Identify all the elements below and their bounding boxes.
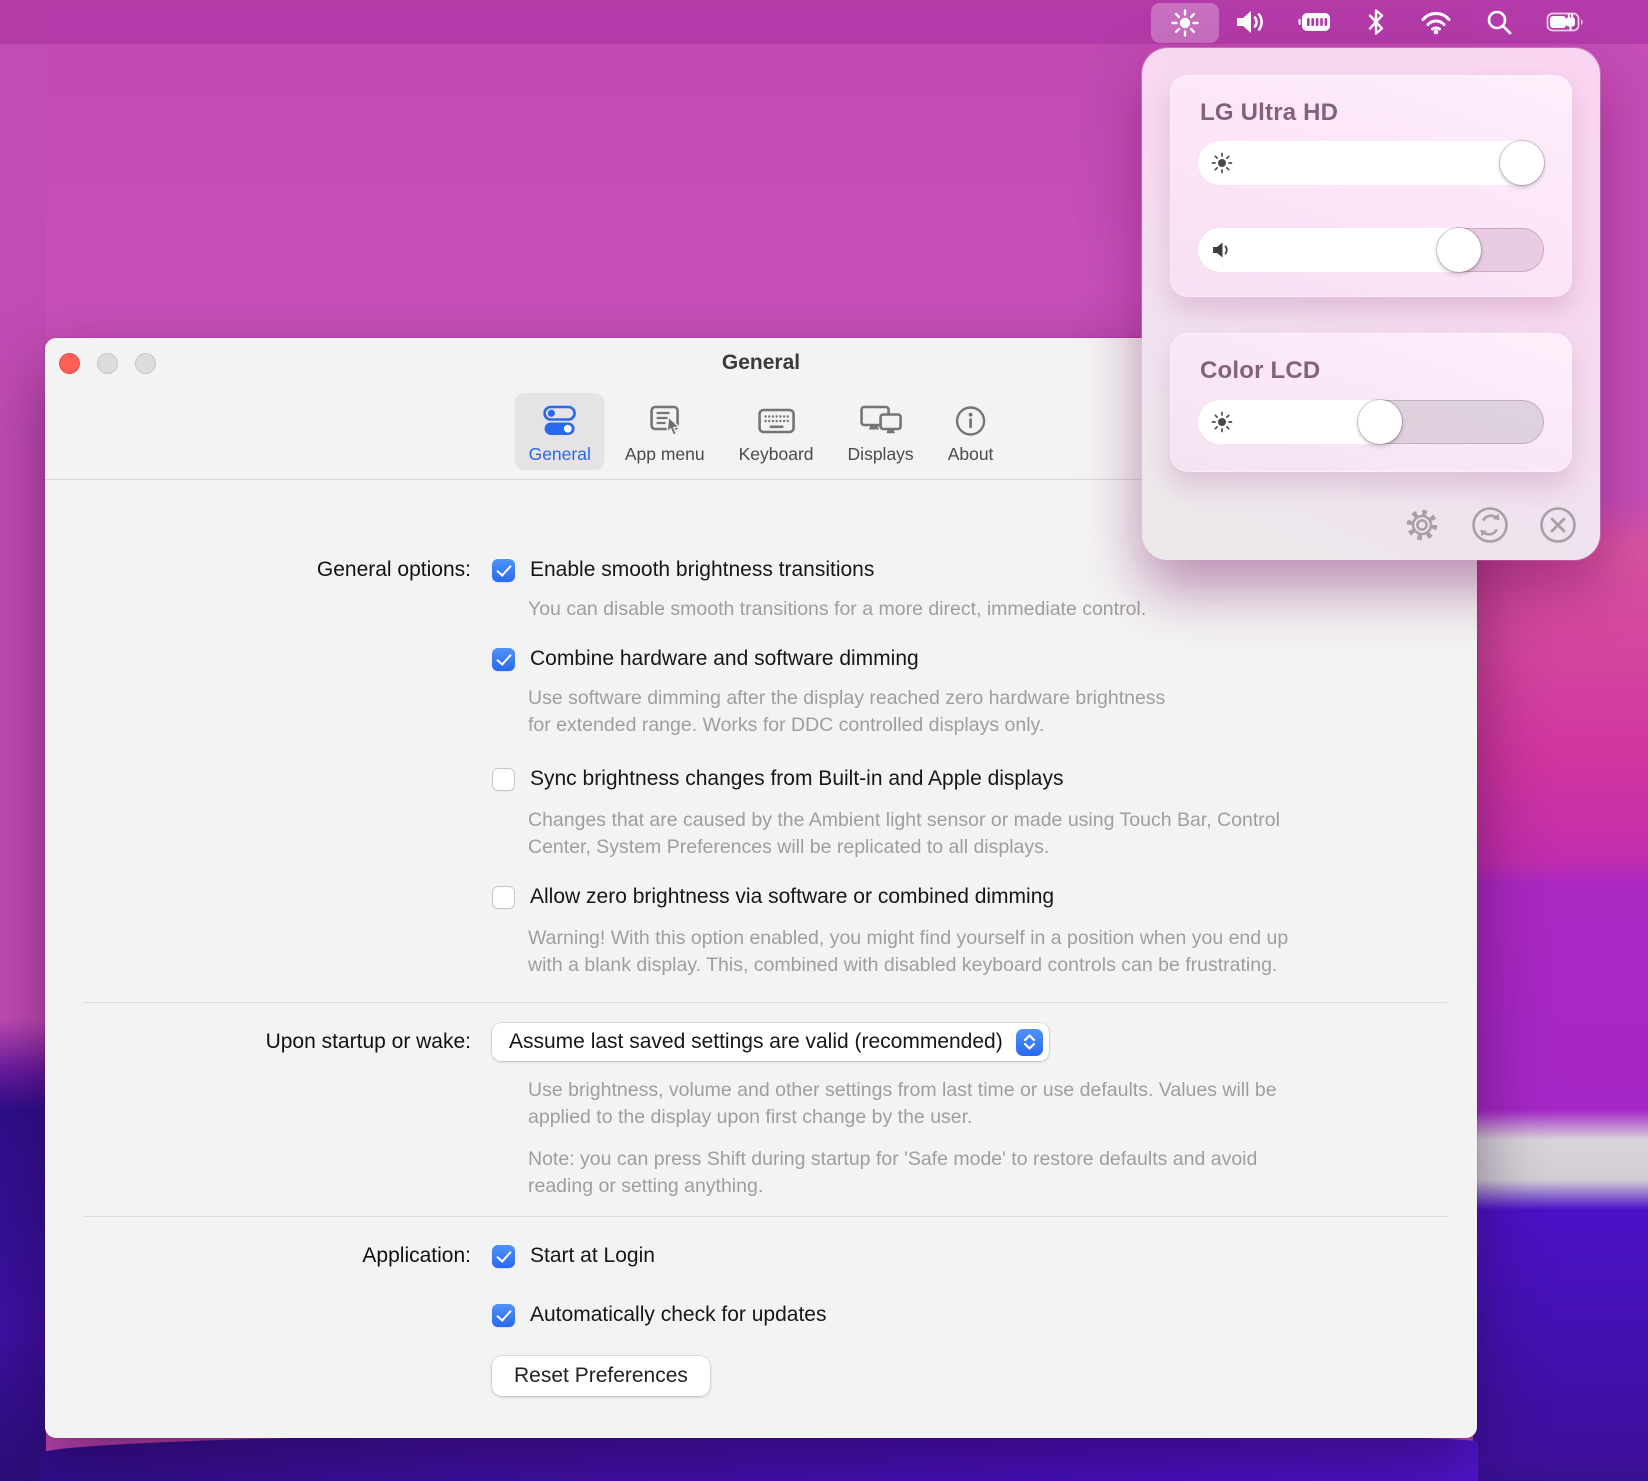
close-popover-button[interactable] (1535, 502, 1581, 548)
tab-label: App menu (625, 444, 705, 465)
display-name: LG Ultra HD (1170, 75, 1572, 127)
sun-icon (1211, 152, 1233, 174)
plug-glyph (1566, 14, 1575, 31)
display-name: Color LCD (1170, 333, 1572, 385)
info-icon (954, 402, 988, 440)
display-control-popover: LG Ultra HD (1142, 48, 1600, 560)
speaker-icon (1211, 240, 1233, 260)
reset-preferences-button[interactable]: Reset Preferences (492, 1356, 710, 1396)
slider-fill (1198, 141, 1544, 185)
menu-cursor-icon (643, 402, 687, 440)
option-row-start-at-login: Application: Start at Login (45, 1242, 1477, 1270)
option-row-zero-brightness: Allow zero brightness via software or co… (45, 883, 1477, 911)
checkbox-smooth-transitions[interactable] (492, 559, 515, 582)
refresh-icon (1467, 502, 1513, 548)
search-menu-icon[interactable] (1485, 0, 1513, 44)
display-card-lg-ultra-hd: LG Ultra HD (1170, 75, 1572, 297)
checkbox-label: Sync brightness changes from Built-in an… (530, 767, 1063, 791)
section-divider (83, 1216, 1447, 1217)
settings-gear-button[interactable] (1399, 502, 1445, 548)
gear-icon (1401, 504, 1443, 546)
checkbox-label: Allow zero brightness via software or co… (530, 885, 1054, 909)
display-card-color-lcd: Color LCD (1170, 333, 1572, 472)
startup-behavior-select[interactable]: Assume last saved settings are valid (re… (492, 1023, 1049, 1061)
popover-actions (1399, 502, 1581, 548)
checkbox-combine-dimming[interactable] (492, 648, 515, 671)
menu-bar-status-icons (1170, 0, 1586, 44)
keyboard-brightness-menu-icon[interactable] (1298, 0, 1332, 44)
checkbox-auto-updates[interactable] (492, 1304, 515, 1327)
startup-behavior-value: Assume last saved settings are valid (re… (509, 1030, 1003, 1054)
wifi-icon (1420, 10, 1452, 35)
toggles-icon (537, 402, 583, 440)
restart-button[interactable] (1467, 502, 1513, 548)
help-text-warning: Warning! With this option enabled, you m… (45, 925, 1477, 979)
option-row-auto-updates: Automatically check for updates (45, 1301, 1477, 1329)
desktop: General General (0, 0, 1648, 1481)
checkbox-label: Start at Login (530, 1244, 655, 1268)
help-text: Changes that are caused by the Ambient l… (45, 807, 1477, 861)
slider-knob[interactable] (1358, 400, 1402, 444)
displays-icon (856, 402, 906, 440)
bluetooth-icon (1365, 7, 1387, 37)
checkbox-label: Combine hardware and software dimming (530, 647, 919, 671)
option-row-combine-dimming: Combine hardware and software dimming (45, 645, 1477, 673)
tab-displays[interactable]: Displays (834, 393, 928, 470)
battery-menu-icon[interactable] (1546, 0, 1586, 44)
section-divider (83, 1002, 1447, 1003)
option-row-smooth-transitions: General options: Enable smooth brightnes… (45, 556, 1477, 584)
help-text: You can disable smooth transitions for a… (45, 596, 1477, 623)
chevron-up-down-icon (1016, 1029, 1043, 1056)
battery-charging-icon (1546, 10, 1586, 34)
tab-keyboard[interactable]: Keyboard (725, 393, 828, 470)
sun-icon (1211, 411, 1233, 433)
volume-slider-lg[interactable] (1198, 228, 1544, 272)
wallpaper-bottom-wave (40, 1432, 1478, 1481)
bluetooth-menu-icon[interactable] (1365, 0, 1387, 44)
speaker-icon (1233, 8, 1265, 36)
checkbox-label: Automatically check for updates (530, 1303, 826, 1327)
help-text: Use software dimming after the display r… (45, 685, 1477, 739)
brightness-menu-icon[interactable] (1151, 3, 1219, 43)
section-label-general-options: General options: (45, 558, 471, 582)
help-text: Use brightness, volume and other setting… (45, 1077, 1477, 1131)
wifi-menu-icon[interactable] (1420, 0, 1452, 44)
sun-icon (1170, 8, 1200, 38)
startup-row: Upon startup or wake: Assume last saved … (45, 1023, 1477, 1061)
tab-general[interactable]: General (515, 393, 605, 470)
keyboard-icon (753, 402, 799, 440)
tab-label: About (948, 444, 994, 465)
close-icon (1535, 502, 1581, 548)
section-label-startup: Upon startup or wake: (45, 1030, 471, 1054)
magnifier-icon (1485, 8, 1513, 36)
note-text: Note: you can press Shift during startup… (45, 1146, 1477, 1200)
section-label-application: Application: (45, 1244, 471, 1268)
toolbar-tabs: General App (515, 393, 1008, 470)
tab-label: Displays (848, 444, 914, 465)
settings-content: General options: Enable smooth brightnes… (45, 480, 1477, 1396)
brightness-slider-lg[interactable] (1198, 141, 1544, 185)
slider-knob[interactable] (1500, 141, 1544, 185)
brightness-slider-color-lcd[interactable] (1198, 400, 1544, 444)
tab-about[interactable]: About (934, 393, 1008, 470)
tab-label: Keyboard (739, 444, 814, 465)
option-row-sync-brightness: Sync brightness changes from Built-in an… (45, 765, 1477, 793)
volume-menu-icon[interactable] (1233, 0, 1265, 44)
menu-bar (0, 0, 1648, 44)
checkbox-zero-brightness[interactable] (492, 886, 515, 909)
checkbox-sync-brightness[interactable] (492, 768, 515, 791)
checkbox-start-at-login[interactable] (492, 1245, 515, 1268)
tab-app-menu[interactable]: App menu (611, 393, 719, 470)
wallpaper-left-waves (0, 0, 46, 1481)
keyboard-backlight-icon (1298, 9, 1332, 35)
slider-knob[interactable] (1437, 228, 1481, 272)
tab-label: General (529, 444, 591, 465)
checkbox-label: Enable smooth brightness transitions (530, 558, 874, 582)
